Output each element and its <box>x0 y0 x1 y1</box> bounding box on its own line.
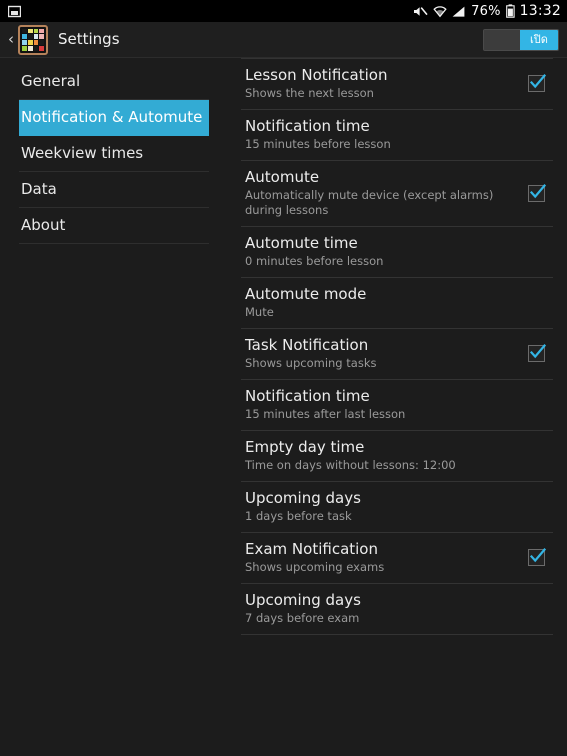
preference-text: Automute time 0 minutes before lesson <box>241 234 519 269</box>
app-icon-cell <box>39 28 44 34</box>
preference-checkbox-slot[interactable] <box>519 548 553 566</box>
toggle-thumb-on-label: เปิด <box>520 29 558 50</box>
preference-summary: 0 minutes before lesson <box>245 254 384 268</box>
preference-text: Upcoming days 1 days before task <box>241 489 519 524</box>
sidebar-item-label: Weekview times <box>21 144 144 162</box>
settings-sidebar: General Notification & Automute Weekview t… <box>0 58 228 755</box>
preference-title: Automute mode <box>245 285 367 303</box>
app-icon-cell <box>39 40 44 45</box>
status-bar-clock: 13:32 <box>519 3 561 19</box>
preference-text: Upcoming days 7 days before exam <box>241 591 519 626</box>
preference-row[interactable]: Exam Notification Shows upcoming exams <box>241 533 553 584</box>
preference-text: Task Notification Shows upcoming tasks <box>241 336 519 371</box>
preference-list: Lesson Notification Shows the next lesson… <box>228 58 567 755</box>
checkbox-checked-icon[interactable] <box>527 344 546 362</box>
timetable-app-icon[interactable] <box>18 24 48 55</box>
status-bar: 76% 13:32 <box>0 0 567 22</box>
back-chevron-icon[interactable]: ‹ <box>4 32 18 47</box>
app-icon-cell <box>22 45 27 51</box>
cellular-signal-icon <box>452 5 466 18</box>
preference-checkbox-slot[interactable] <box>519 344 553 362</box>
preference-title: Empty day time <box>245 438 365 456</box>
status-bar-system-icons: 76% 13:32 <box>413 4 561 18</box>
sidebar-item-general[interactable]: General <box>19 64 209 100</box>
app-icon-cell <box>27 40 33 45</box>
app-icon-cell <box>39 45 44 51</box>
preference-summary: 7 days before exam <box>245 611 360 625</box>
sidebar-item-label: Data <box>21 180 57 198</box>
wifi-icon <box>433 5 447 18</box>
preference-text: Notification time 15 minutes after last l… <box>241 387 519 422</box>
sidebar-item-notification-automute[interactable]: Notification & Automute <box>19 100 209 136</box>
preference-title: Automute <box>245 168 320 186</box>
sidebar-item-weekview-times[interactable]: Weekview times <box>19 136 209 172</box>
toggle-track-off <box>484 29 520 50</box>
app-icon-cell <box>33 40 39 45</box>
preference-summary: Time on days without lessons: 12:00 <box>245 458 456 472</box>
action-bar: ‹ Settings เปิด <box>0 22 567 58</box>
checkbox-checked-icon[interactable] <box>527 74 546 92</box>
preference-row[interactable]: Upcoming days 7 days before exam <box>241 584 553 635</box>
app-icon-cell <box>33 34 39 39</box>
preference-row[interactable]: Empty day time Time on days without lesso… <box>241 431 553 482</box>
page-title: Settings <box>58 30 120 48</box>
preference-title: Notification time <box>245 117 370 135</box>
app-icon-cell <box>22 40 27 45</box>
preference-title: Lesson Notification <box>245 66 388 84</box>
preference-row[interactable]: Notification time 15 minutes after last l… <box>241 380 553 431</box>
preference-title: Upcoming days <box>245 489 361 507</box>
app-icon-cell <box>39 34 44 39</box>
preference-text: Automute Automatically mute device (excep… <box>241 168 519 218</box>
app-icon-cell <box>27 34 33 39</box>
preference-title: Notification time <box>245 387 370 405</box>
preference-summary: 15 minutes before lesson <box>245 137 391 151</box>
preference-title: Upcoming days <box>245 591 361 609</box>
volume-mute-icon <box>413 5 428 18</box>
preference-row[interactable]: Lesson Notification Shows the next lesson <box>241 58 553 110</box>
preference-text: Empty day time Time on days without lesso… <box>241 438 519 473</box>
preference-summary: Shows upcoming tasks <box>245 356 377 370</box>
preference-row[interactable]: Automute time 0 minutes before lesson <box>241 227 553 278</box>
preference-summary: Shows the next lesson <box>245 86 374 100</box>
app-icon-cell <box>33 45 39 51</box>
preference-title: Automute time <box>245 234 358 252</box>
preference-row[interactable]: Task Notification Shows upcoming tasks <box>241 329 553 380</box>
preference-row[interactable]: Automute Automatically mute device (excep… <box>241 161 553 227</box>
preference-row[interactable]: Notification time 15 minutes before lesso… <box>241 110 553 161</box>
app-icon-cell <box>27 28 33 34</box>
preference-text: Notification time 15 minutes before lesso… <box>241 117 519 152</box>
preference-title: Task Notification <box>245 336 369 354</box>
preference-summary: 1 days before task <box>245 509 352 523</box>
sidebar-item-label: About <box>21 216 66 234</box>
checkbox-checked-icon[interactable] <box>527 183 546 202</box>
preference-checkbox-slot[interactable] <box>519 74 553 92</box>
app-icon-cell <box>33 28 39 34</box>
preference-row[interactable]: Automute mode Mute <box>241 278 553 329</box>
battery-icon <box>505 4 515 18</box>
sidebar-item-label: Notification & Automute <box>21 108 203 126</box>
sidebar-item-about[interactable]: About <box>19 208 209 244</box>
preference-summary: Automatically mute device (except alarms… <box>245 188 494 217</box>
settings-content: General Notification & Automute Weekview t… <box>0 58 567 755</box>
sidebar-item-label: General <box>21 72 81 90</box>
app-icon-cell <box>22 34 27 39</box>
preference-summary: Shows upcoming exams <box>245 560 385 574</box>
preference-text: Exam Notification Shows upcoming exams <box>241 540 519 575</box>
preference-summary: 15 minutes after last lesson <box>245 407 406 421</box>
status-bar-notifications <box>8 5 413 18</box>
preference-text: Lesson Notification Shows the next lesson <box>241 66 519 101</box>
preference-summary: Mute <box>245 305 274 319</box>
app-icon-cell <box>22 28 27 34</box>
preference-title: Exam Notification <box>245 540 378 558</box>
app-icon-cell <box>27 45 33 51</box>
checkbox-checked-icon[interactable] <box>527 548 546 566</box>
master-toggle-switch[interactable]: เปิด <box>483 28 559 51</box>
preference-checkbox-slot[interactable] <box>519 183 553 202</box>
preference-row[interactable]: Upcoming days 1 days before task <box>241 482 553 533</box>
screenshot-icon <box>8 5 21 18</box>
battery-percent-label: 76% <box>471 3 501 19</box>
sidebar-item-data[interactable]: Data <box>19 172 209 208</box>
preference-text: Automute mode Mute <box>241 285 519 320</box>
